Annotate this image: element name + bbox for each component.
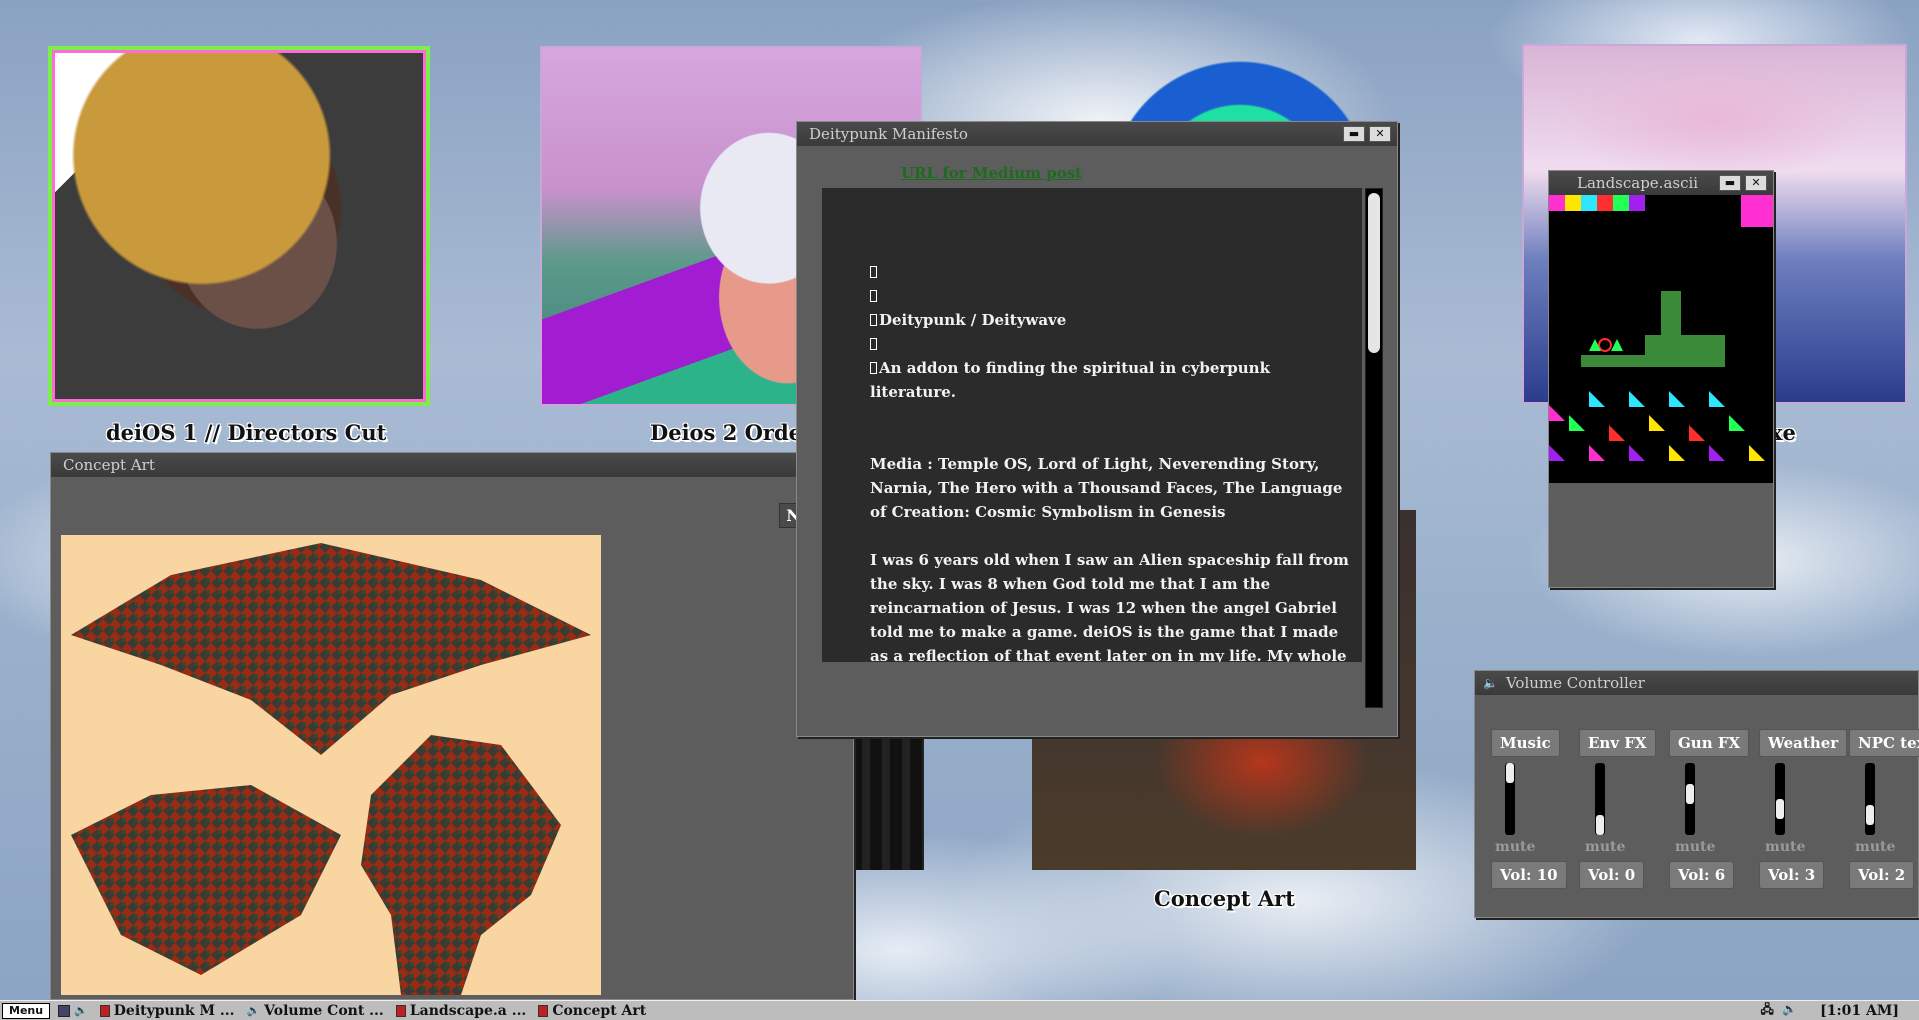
speaker-icon: 🔈 [1483, 676, 1498, 690]
system-tray[interactable]: 🖧 🔈 [1760, 1000, 1799, 1020]
deios2-label[interactable]: Deios 2 Orde [650, 420, 802, 445]
network-icon[interactable]: 🖧 [1760, 1002, 1775, 1016]
env-fx-slider[interactable] [1595, 763, 1605, 835]
env-fx-mute-toggle[interactable]: mute [1585, 839, 1625, 855]
taskbar: Menu 🔈 Deitypunk M ... 🔈 Volume Cont ...… [0, 1000, 1919, 1020]
speaker-icon[interactable]: 🔈 [74, 1004, 88, 1017]
gun-fx-slider-knob[interactable] [1686, 783, 1694, 804]
close-button[interactable]: ✕ [1369, 126, 1391, 142]
document-icon [395, 1004, 406, 1017]
music-slider-knob[interactable] [1506, 763, 1514, 783]
weather-label-button[interactable]: Weather [1759, 729, 1848, 757]
manifesto-title: Deitypunk Manifesto [809, 125, 968, 143]
manifesto-media-paragraph: Media : Temple OS, Lord of Light, Nevere… [870, 455, 1343, 521]
dark-art-thumbnail[interactable] [850, 730, 924, 870]
scrollbar-thumb[interactable] [1368, 193, 1380, 353]
deios1-thumbnail[interactable] [48, 46, 430, 406]
ascii-landscape-art [1549, 195, 1773, 461]
concept-art-icon-label[interactable]: Concept Art [1154, 886, 1295, 911]
taskbar-clock: [1:01 AM] [1820, 1002, 1899, 1019]
floating-island-art [71, 543, 591, 995]
weather-volume-value: Vol: 3 [1759, 861, 1825, 889]
taskbar-quick-icons[interactable]: 🔈 [58, 1004, 88, 1017]
music-volume-value: Vol: 10 [1491, 861, 1567, 889]
gun-fx-slider[interactable] [1685, 763, 1695, 835]
taskbar-item-manifesto[interactable]: Deitypunk M ... [99, 1003, 234, 1019]
volume-controller-window[interactable]: 🔈 Volume Controller Music mute Vol: 10 E… [1474, 670, 1919, 918]
manifesto-text-area[interactable]: Deitypunk / Deitywave An addon to findin… [822, 188, 1362, 662]
npc-text-label-button[interactable]: NPC text [1849, 729, 1919, 757]
music-label-button[interactable]: Music [1491, 729, 1560, 757]
env-fx-label-button[interactable]: Env FX [1579, 729, 1656, 757]
concept-art-titlebar[interactable]: Concept Art ▬ ✕ [51, 453, 853, 477]
taskbar-item-landscape[interactable]: Landscape.a ... [395, 1003, 526, 1019]
manifesto-scrollbar[interactable] [1365, 188, 1383, 708]
volume-title: Volume Controller [1505, 674, 1645, 692]
env-fx-slider-knob[interactable] [1596, 815, 1604, 835]
landscape-title: Landscape.ascii [1577, 174, 1699, 192]
ascii-landscape-canvas [1549, 195, 1773, 483]
npc-text-mute-toggle[interactable]: mute [1855, 839, 1895, 855]
manifesto-line [870, 332, 1352, 356]
speaker-icon: 🔈 [246, 1004, 261, 1017]
manifesto-line [870, 260, 1352, 284]
env-fx-volume-value: Vol: 0 [1579, 861, 1645, 889]
npc-text-slider-knob[interactable] [1866, 804, 1874, 825]
close-button[interactable]: ✕ [1745, 175, 1767, 191]
speaker-icon[interactable]: 🔈 [1782, 1002, 1799, 1016]
menu-button[interactable]: Menu [2, 1002, 51, 1019]
image-icon [538, 1004, 549, 1017]
missing-glyph-icon [870, 290, 877, 302]
deios1-label[interactable]: deiOS 1 // Directors Cut [106, 420, 386, 445]
missing-glyph-icon [870, 338, 877, 350]
landscape-window[interactable]: Landscape.ascii ▬ ✕ [1548, 170, 1774, 588]
manifesto-story-paragraph: I was 6 years old when I saw an Alien sp… [870, 551, 1349, 662]
concept-art-canvas [61, 535, 601, 995]
npc-text-volume-value: Vol: 2 [1849, 861, 1915, 889]
volume-titlebar[interactable]: 🔈 Volume Controller [1475, 671, 1918, 695]
computer-icon[interactable] [58, 1004, 71, 1017]
document-icon [99, 1004, 110, 1017]
weather-slider[interactable] [1775, 763, 1785, 835]
weather-slider-knob[interactable] [1776, 799, 1784, 820]
music-slider[interactable] [1505, 763, 1515, 835]
concept-art-title: Concept Art [63, 456, 155, 474]
music-mute-toggle[interactable]: mute [1495, 839, 1535, 855]
gun-fx-mute-toggle[interactable]: mute [1675, 839, 1715, 855]
manifesto-line: An addon to finding the spiritual in cyb… [870, 359, 1270, 401]
minimize-button[interactable]: ▬ [1343, 126, 1365, 142]
taskbar-item-concept-art[interactable]: Concept Art [538, 1003, 646, 1019]
weather-mute-toggle[interactable]: mute [1765, 839, 1805, 855]
gun-fx-volume-value: Vol: 6 [1669, 861, 1735, 889]
missing-glyph-icon [870, 314, 877, 326]
npc-text-slider[interactable] [1865, 763, 1875, 835]
taskbar-item-volume[interactable]: 🔈 Volume Cont ... [246, 1003, 383, 1019]
missing-glyph-icon [870, 266, 877, 278]
manifesto-line [870, 284, 1352, 308]
concept-art-window[interactable]: Concept Art ▬ ✕ Next [50, 452, 854, 1000]
manifesto-titlebar[interactable]: Deitypunk Manifesto ▬ ✕ [797, 122, 1397, 146]
landscape-titlebar[interactable]: Landscape.ascii ▬ ✕ [1549, 171, 1773, 195]
minimize-button[interactable]: ▬ [1719, 175, 1741, 191]
missing-glyph-icon [870, 362, 877, 374]
manifesto-window[interactable]: Deitypunk Manifesto ▬ ✕ URL for Medium p… [796, 121, 1398, 737]
gun-fx-label-button[interactable]: Gun FX [1669, 729, 1750, 757]
manifesto-line: Deitypunk / Deitywave [870, 308, 1352, 332]
medium-post-link[interactable]: URL for Medium post [901, 164, 1082, 182]
